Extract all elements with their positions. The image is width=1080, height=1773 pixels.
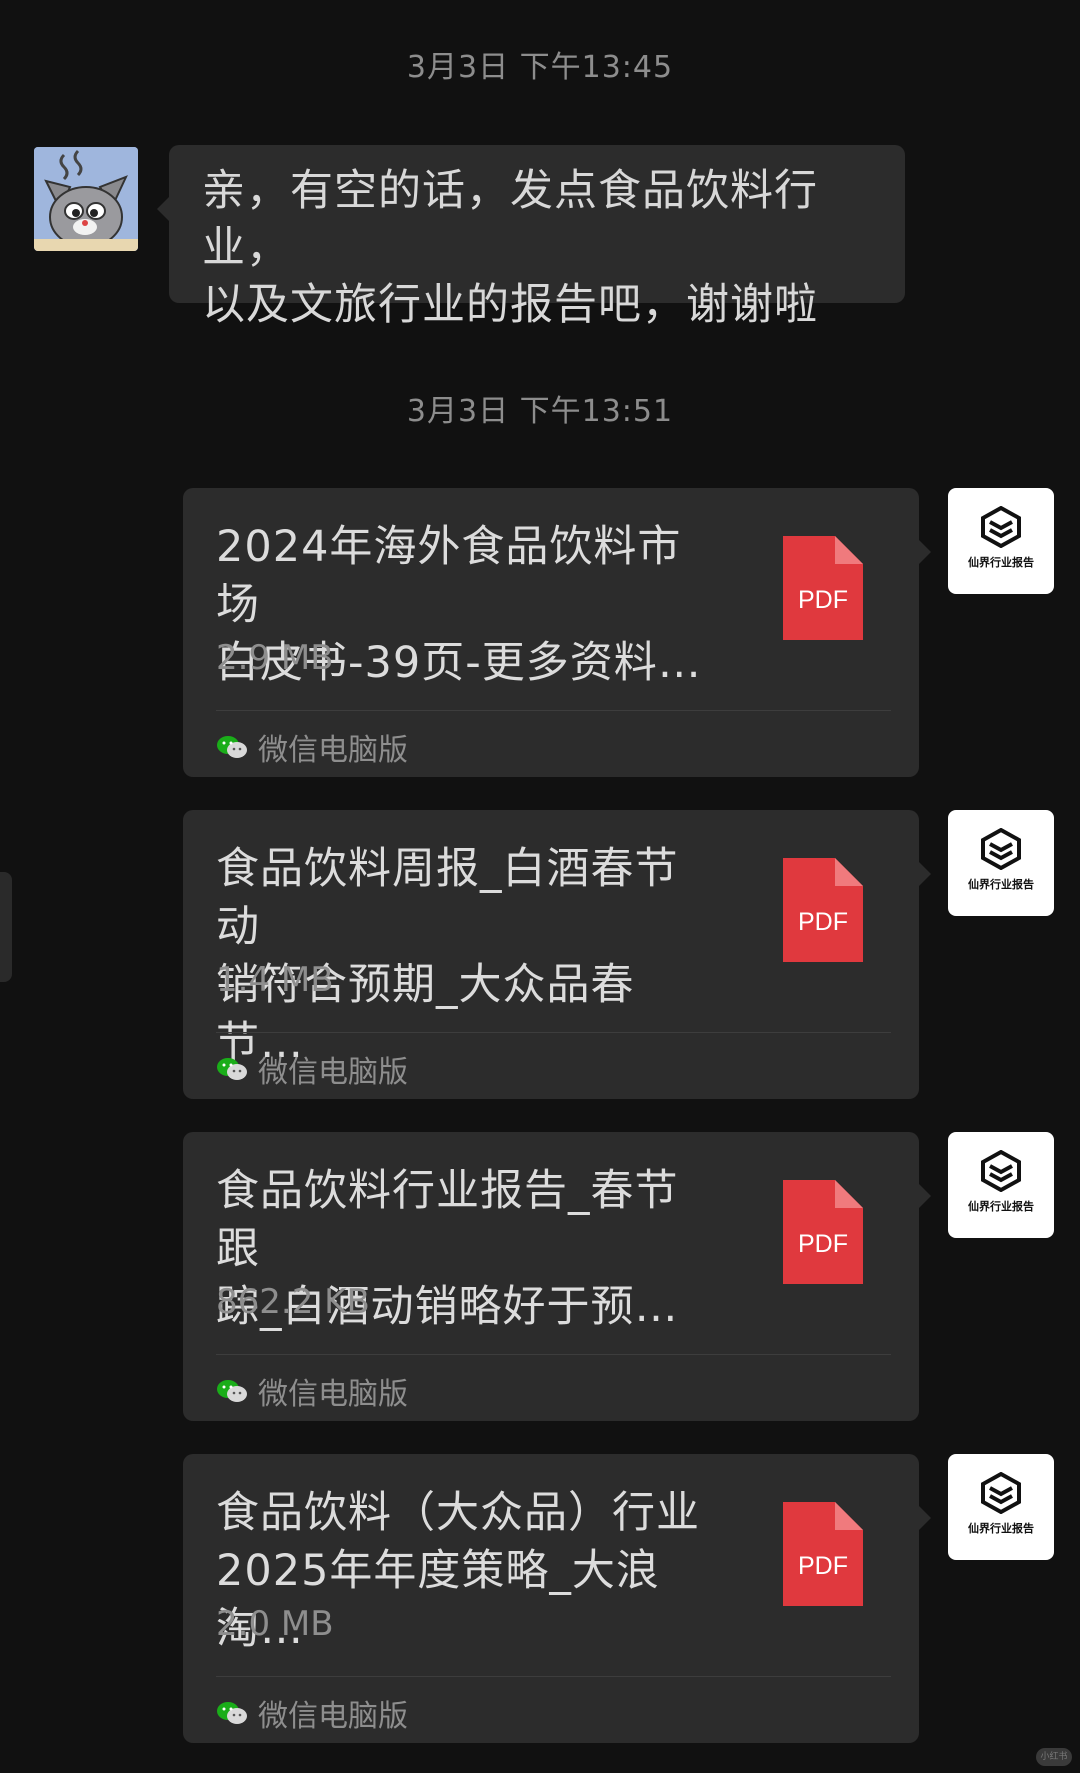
source-label: 微信电脑版 [258,1055,408,1090]
card-divider [216,1676,891,1677]
wechat-icon [217,736,247,758]
source-label: 微信电脑版 [258,1699,408,1734]
pdf-label: PDF [798,908,848,936]
sender-logo-text: 仙界行业报告 [968,1200,1034,1213]
cube-logo-icon [981,506,1021,548]
file-size: 1.4 MB [216,960,334,1000]
wechat-icon [217,1058,247,1080]
file-source: 微信电脑版 [216,1370,408,1412]
cat-avatar-icon [34,147,138,251]
pdf-file-icon: PDF [783,536,863,640]
wechat-icon [217,1380,247,1402]
file-size: 2.0 MB [216,1604,334,1644]
timestamp: 3月3日 下午13:51 [406,394,674,429]
cube-logo-icon [981,828,1021,870]
card-divider [216,1354,891,1355]
file-source: 微信电脑版 [216,726,408,768]
source-label: 微信电脑版 [258,1377,408,1412]
file-message-card[interactable]: 食品饮料（大众品）行业 2025年年度策略_大浪淘… 2.0 MB PDF 微信… [183,1454,931,1743]
timestamp: 3月3日 下午13:45 [406,50,674,85]
pdf-label: PDF [798,586,848,614]
message-line: 以及文旅行业的报告吧，谢谢啦 [202,280,818,330]
sender-avatar[interactable]: 仙界行业报告 [948,1132,1054,1238]
cube-logo-icon [981,1150,1021,1192]
sender-logo-text: 仙界行业报告 [968,1522,1034,1535]
watermark: 小红书 [1036,1748,1072,1766]
pdf-label: PDF [798,1230,848,1258]
source-label: 微信电脑版 [258,733,408,768]
cube-logo-icon [981,1472,1021,1514]
file-source: 微信电脑版 [216,1048,408,1090]
sender-logo-text: 仙界行业报告 [968,878,1034,891]
file-message-card[interactable]: 食品饮料行业报告_春节跟 踪_白酒动销略好于预… 862.2 KB PDF 微信… [183,1132,931,1421]
sender-avatar[interactable]: 仙界行业报告 [948,1454,1054,1560]
wechat-icon [217,1702,247,1724]
file-message-card[interactable]: 食品饮料周报_白酒春节动 销符合预期_大众品春节… 1.4 MB PDF 微信电… [183,810,931,1099]
pdf-file-icon: PDF [783,1502,863,1606]
pdf-file-icon: PDF [783,1180,863,1284]
side-drawer-handle[interactable] [0,872,12,982]
card-divider [216,710,891,711]
card-divider [216,1032,891,1033]
pdf-label: PDF [798,1552,848,1580]
pdf-file-icon: PDF [783,858,863,962]
file-source: 微信电脑版 [216,1692,408,1734]
file-name: 食品饮料周报_白酒春节动 销符合预期_大众品春节… [216,844,679,1068]
sender-logo-text: 仙界行业报告 [968,556,1034,569]
incoming-message-bubble[interactable]: 亲，有空的话，发点食品饮料行业， 以及文旅行业的报告吧，谢谢啦 [157,145,905,330]
message-line: 亲，有空的话，发点食品饮料行业， [202,166,818,273]
file-size: 2.9 MB [216,638,334,678]
file-size: 862.2 KB [216,1282,370,1322]
sender-avatar[interactable]: 仙界行业报告 [948,810,1054,916]
file-message-card[interactable]: 2024年海外食品饮料市场 白皮书-39页-更多资料… 2.9 MB PDF 微… [183,488,931,777]
sender-avatar[interactable]: 仙界行业报告 [948,488,1054,594]
contact-avatar[interactable] [34,147,138,251]
